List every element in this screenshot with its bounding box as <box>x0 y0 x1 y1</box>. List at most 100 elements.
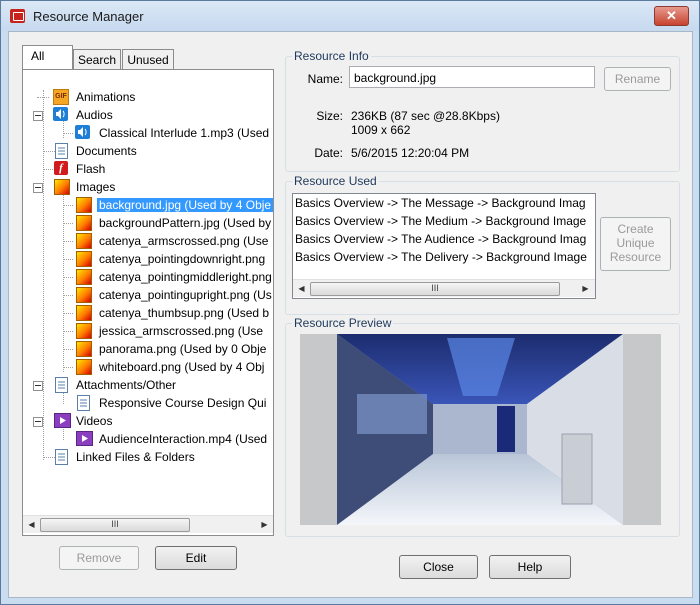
date-value: 5/6/2015 12:20:04 PM <box>351 146 470 160</box>
tree-item-image-file[interactable]: panorama.png (Used by 0 Obje <box>23 340 273 358</box>
create-unique-line: Create <box>617 222 654 236</box>
tree-item-image-file[interactable]: jessica_armscrossed.png (Use <box>23 322 273 340</box>
size-value: 236KB (87 sec @28.8Kbps) <box>351 109 500 123</box>
create-unique-resource-button[interactable]: Create Unique Resource <box>600 217 671 271</box>
tree-item-label: Linked Files & Folders <box>76 450 195 464</box>
tree-item-attachments[interactable]: Attachments/Other <box>23 376 273 394</box>
tree-item-label: jessica_armscrossed.png (Use <box>99 324 264 338</box>
image-file-icon <box>76 269 92 285</box>
image-file-icon <box>76 323 92 339</box>
tree-item-label: catenya_thumbsup.png (Used b <box>99 306 270 320</box>
attachment-icon <box>55 377 68 393</box>
name-label: Name: <box>307 72 343 86</box>
image-icon <box>54 179 70 195</box>
scroll-right-arrow-icon[interactable]: ▶ <box>256 516 273 533</box>
tree-item-linked-files[interactable]: Linked Files & Folders <box>23 448 273 466</box>
collapse-toggle-icon[interactable] <box>33 183 43 193</box>
tree-item-label: Images <box>76 180 116 194</box>
scroll-left-arrow-icon[interactable]: ◀ <box>293 280 310 297</box>
scroll-left-arrow-icon[interactable]: ◀ <box>23 516 40 533</box>
date-label: Date: <box>314 146 343 160</box>
resource-manager-window: Resource Manager ✕ All Search Unused GIF… <box>0 0 700 605</box>
document-icon <box>77 395 90 411</box>
list-item[interactable]: Basics Overview -> The Delivery -> Backg… <box>295 250 587 264</box>
tree-line <box>63 313 73 314</box>
tree-line <box>63 295 73 296</box>
scrollbar-thumb[interactable]: III <box>40 518 190 532</box>
tree-item-attachment-file[interactable]: Responsive Course Design Qui <box>23 394 273 412</box>
scroll-right-arrow-icon[interactable]: ▶ <box>577 280 594 297</box>
app-icon <box>10 9 25 23</box>
collapse-toggle-icon[interactable] <box>33 381 43 391</box>
tree-item-image-file[interactable]: backgroundPattern.jpg (Used by <box>23 214 273 232</box>
rename-button[interactable]: Rename <box>604 67 671 91</box>
tree-horizontal-scrollbar[interactable]: ◀ III ▶ <box>23 515 273 533</box>
tree-item-documents[interactable]: Documents <box>23 142 273 160</box>
tree-item-audios[interactable]: Audios <box>23 106 273 124</box>
tree-item-label: catenya_pointingupright.png (Us <box>99 288 272 302</box>
tab-unused-label: Unused <box>127 53 169 67</box>
collapse-toggle-icon[interactable] <box>33 111 43 121</box>
image-file-icon <box>76 233 92 249</box>
tree-item-label: Videos <box>76 414 113 428</box>
tree-item-videos[interactable]: Videos <box>23 412 273 430</box>
list-item[interactable]: Basics Overview -> The Medium -> Backgro… <box>295 214 586 228</box>
tree-item-video-file[interactable]: AudienceInteraction.mp4 (Used <box>23 430 273 448</box>
tree-item-images[interactable]: Images <box>23 178 273 196</box>
tab-search-label: Search <box>77 53 117 67</box>
tree-item-label: catenya_pointingdownright.png <box>99 252 266 266</box>
tree-item-image-file[interactable]: catenya_pointingmiddleright.png <box>23 268 273 286</box>
image-file-icon <box>76 251 92 267</box>
close-button[interactable]: Close <box>399 555 478 579</box>
tree-item-label: Documents <box>76 144 137 158</box>
size-label: Size: <box>316 109 343 123</box>
tree-item-flash[interactable]: f Flash <box>23 160 273 178</box>
video-icon <box>76 431 93 446</box>
name-input[interactable]: background.jpg <box>349 66 595 88</box>
tree-item-label: Attachments/Other <box>76 378 177 392</box>
flash-icon: f <box>54 161 68 175</box>
tab-all[interactable]: All <box>22 45 73 69</box>
collapse-toggle-icon[interactable] <box>33 417 43 427</box>
edit-button[interactable]: Edit <box>155 546 237 570</box>
tree-item-image-file[interactable]: whiteboard.png (Used by 4 Obj <box>23 358 273 376</box>
tree-item-label: panorama.png (Used by 0 Obje <box>99 342 267 356</box>
tree-item-label: Flash <box>76 162 106 176</box>
tab-all-label: All <box>31 49 45 63</box>
speaker-icon <box>75 125 90 139</box>
gif-icon: GIF <box>53 89 69 105</box>
help-button[interactable]: Help <box>489 555 571 579</box>
remove-button[interactable]: Remove <box>59 546 139 570</box>
close-window-button[interactable]: ✕ <box>654 6 689 26</box>
tab-unused[interactable]: Unused <box>122 49 174 71</box>
tree-line <box>63 259 73 260</box>
image-file-icon <box>76 305 92 321</box>
resource-tree[interactable]: GIF Animations Audios Classical Interlud… <box>23 70 273 515</box>
resource-used-list[interactable]: Basics Overview -> The Message -> Backgr… <box>292 193 596 299</box>
tree-item-image-file[interactable]: catenya_thumbsup.png (Used b <box>23 304 273 322</box>
scrollbar-thumb[interactable]: III <box>310 282 560 296</box>
tree-item-label: whiteboard.png (Used by 4 Obj <box>99 360 265 374</box>
tab-search[interactable]: Search <box>73 49 121 71</box>
tree-line <box>63 241 73 242</box>
tree-item-image-file[interactable]: catenya_pointingupright.png (Us <box>23 286 273 304</box>
window-title: Resource Manager <box>33 9 144 24</box>
tree-item-audio-file[interactable]: Classical Interlude 1.mp3 (Used <box>23 124 273 142</box>
list-item[interactable]: Basics Overview -> The Message -> Backgr… <box>295 196 586 210</box>
linked-files-icon <box>55 449 68 465</box>
list-horizontal-scrollbar[interactable]: ◀ III ▶ <box>293 279 595 297</box>
tree-item-label: catenya_armscrossed.png (Use <box>99 234 269 248</box>
tree-item-image-file[interactable]: background.jpg (Used by 4 Obje <box>23 196 273 214</box>
tree-line <box>63 277 73 278</box>
tree-item-animations[interactable]: GIF Animations <box>23 88 273 106</box>
create-unique-line: Resource <box>609 250 662 264</box>
create-unique-line: Unique <box>616 236 655 250</box>
list-item[interactable]: Basics Overview -> The Audience -> Backg… <box>295 232 586 246</box>
tree-line <box>63 349 73 350</box>
tree-item-image-file[interactable]: catenya_pointingdownright.png <box>23 250 273 268</box>
image-file-icon <box>76 287 92 303</box>
tree-item-image-file[interactable]: catenya_armscrossed.png (Use <box>23 232 273 250</box>
tree-item-label: backgroundPattern.jpg (Used by <box>99 216 272 230</box>
image-file-icon <box>76 359 92 375</box>
tree-item-label: AudienceInteraction.mp4 (Used <box>99 432 268 446</box>
